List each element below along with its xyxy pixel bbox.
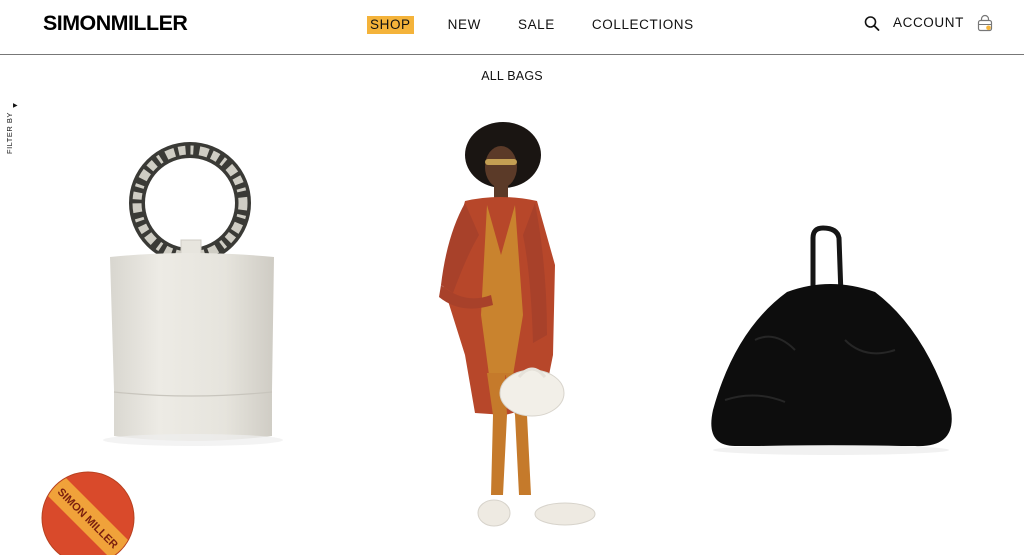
product-card-bucket-bag[interactable] (60, 140, 320, 460)
shopping-bag-icon[interactable] (976, 14, 993, 32)
product-image (711, 225, 952, 455)
caret-right-icon: ▶ (13, 103, 18, 109)
utility-nav: ACCOUNT (864, 14, 993, 32)
search-icon[interactable] (864, 14, 880, 32)
nav-item-new[interactable]: NEW (445, 16, 484, 34)
product-image (103, 142, 283, 446)
product-image (439, 122, 596, 527)
filter-toggle[interactable]: ▶ FILTER BY (5, 102, 25, 158)
nav-item-shop[interactable]: SHOP (367, 16, 414, 34)
nav-item-collections[interactable]: COLLECTIONS (589, 16, 697, 34)
page: SIMONMILLER SHOP NEW SALE COLLECTIONS AC… (0, 0, 1024, 555)
site-header: SIMONMILLER SHOP NEW SALE COLLECTIONS AC… (0, 0, 1024, 55)
nav-item-sale[interactable]: SALE (515, 16, 558, 34)
brand-logo[interactable]: SIMONMILLER (43, 12, 188, 36)
product-card-shearling-tote[interactable] (695, 220, 965, 460)
product-card-model-look[interactable] (395, 115, 645, 540)
filter-label: FILTER BY (5, 112, 14, 154)
page-title: ALL BAGS (481, 69, 543, 83)
brand-sticker[interactable]: SIMON MILLER (40, 470, 136, 555)
main-nav: SHOP NEW SALE COLLECTIONS (367, 16, 728, 34)
account-link[interactable]: ACCOUNT (893, 14, 964, 32)
